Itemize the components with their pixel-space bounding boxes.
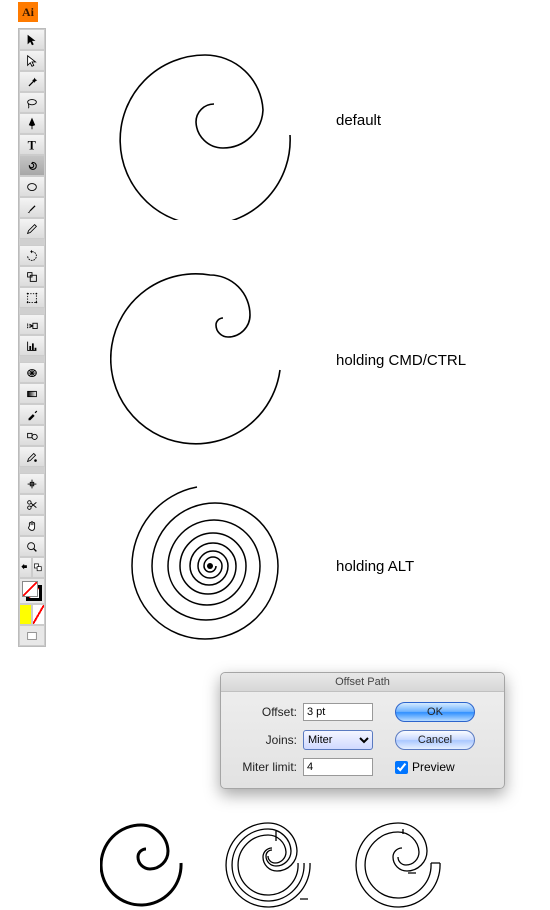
label-default: default: [336, 112, 381, 129]
app-logo: Ai: [18, 2, 38, 22]
cancel-button[interactable]: Cancel: [395, 730, 475, 750]
rotate-tool[interactable]: [19, 245, 45, 266]
spiral-cmdctrl: [110, 268, 300, 448]
ok-button[interactable]: OK: [395, 702, 475, 722]
offset-input[interactable]: [303, 703, 373, 721]
swap-fill-stroke[interactable]: [19, 557, 32, 578]
mesh-tool[interactable]: [19, 362, 45, 383]
graph-tool[interactable]: [19, 335, 45, 356]
offset-label: Offset:: [233, 705, 303, 719]
screen-mode[interactable]: [19, 625, 45, 646]
lasso-tool[interactable]: [19, 92, 45, 113]
spiral-alt: [120, 478, 300, 658]
selection-tool[interactable]: [19, 29, 45, 50]
label-alt: holding ALT: [336, 558, 414, 575]
preview-checkbox-wrap[interactable]: Preview: [395, 760, 493, 774]
pencil-tool[interactable]: [19, 218, 45, 239]
live-paint-tool[interactable]: [19, 446, 45, 467]
fill-stroke-swatch[interactable]: [19, 578, 45, 604]
miter-input[interactable]: [303, 758, 373, 776]
eyedropper-tool[interactable]: [19, 404, 45, 425]
svg-text:T: T: [28, 138, 36, 152]
spiral-result-1: [100, 820, 190, 910]
scissors-tool[interactable]: [19, 494, 45, 515]
miter-label: Miter limit:: [233, 760, 303, 774]
toolbar: T: [18, 28, 46, 647]
paintbrush-tool[interactable]: [19, 197, 45, 218]
offset-path-dialog: Offset Path Offset: OK Joins: Miter Canc…: [220, 672, 505, 789]
joins-select[interactable]: Miter: [303, 730, 373, 750]
dialog-title: Offset Path: [221, 673, 504, 692]
magic-wand-tool[interactable]: [19, 71, 45, 92]
spiral-result-3: [355, 820, 450, 910]
symbol-sprayer-tool[interactable]: [19, 314, 45, 335]
spiral-default: [100, 50, 300, 220]
color-mode[interactable]: [19, 604, 32, 625]
none-mode[interactable]: [32, 604, 45, 625]
joins-label: Joins:: [233, 733, 303, 747]
direct-selection-tool[interactable]: [19, 50, 45, 71]
ellipse-tool[interactable]: [19, 176, 45, 197]
spiral-result-2: [225, 820, 320, 910]
spiral-tool[interactable]: [19, 155, 45, 176]
slice-tool[interactable]: [19, 473, 45, 494]
free-transform-tool[interactable]: [19, 287, 45, 308]
type-tool[interactable]: T: [19, 134, 45, 155]
pen-tool[interactable]: [19, 113, 45, 134]
gradient-tool[interactable]: [19, 383, 45, 404]
scale-tool[interactable]: [19, 266, 45, 287]
blend-tool[interactable]: [19, 425, 45, 446]
hand-tool[interactable]: [19, 515, 45, 536]
default-fill-stroke[interactable]: [32, 557, 45, 578]
zoom-tool[interactable]: [19, 536, 45, 557]
preview-label: Preview: [412, 760, 455, 774]
preview-checkbox[interactable]: [395, 761, 408, 774]
label-cmdctrl: holding CMD/CTRL: [336, 352, 466, 369]
